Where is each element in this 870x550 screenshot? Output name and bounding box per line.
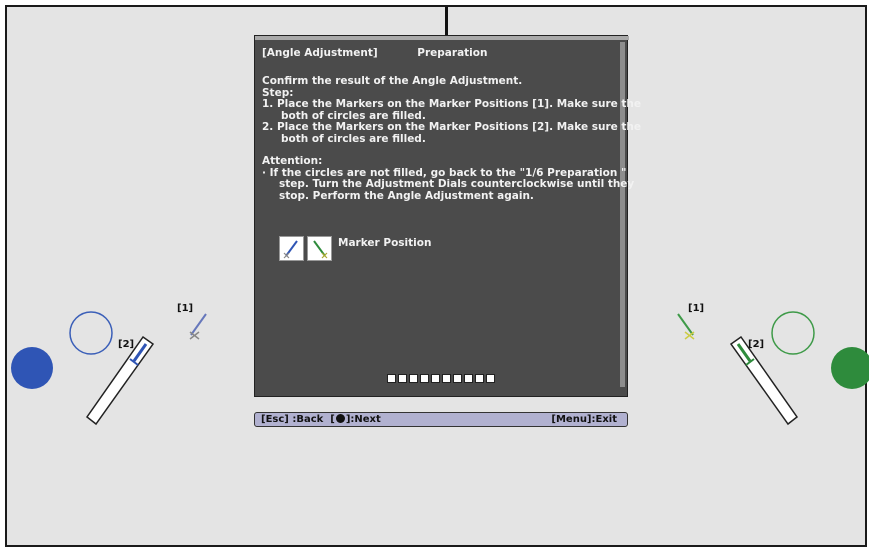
progress-step xyxy=(431,374,440,383)
right-label-2: [2] xyxy=(748,339,765,350)
exit-hint[interactable]: [Menu]:Exit xyxy=(551,413,617,426)
progress-step xyxy=(387,374,396,383)
attention-line: step. Turn the Adjustment Dials counterc… xyxy=(279,178,635,190)
progress-step xyxy=(442,374,451,383)
dialog-scrollbar[interactable] xyxy=(620,42,625,387)
left-label-2: [2] xyxy=(118,339,135,350)
instruction-line: 2. Place the Markers on the Marker Posit… xyxy=(262,121,642,133)
next-hint[interactable]: []:Next xyxy=(330,414,381,425)
right-filled-circle xyxy=(831,347,869,389)
marker-blue-icon xyxy=(279,236,304,261)
left-marker-2 xyxy=(85,335,155,426)
marker-position-label: Marker Position xyxy=(338,237,432,249)
progress-step xyxy=(409,374,418,383)
dialog-title-row: [Angle Adjustment] Preparation xyxy=(262,47,523,60)
progress-step xyxy=(398,374,407,383)
progress-step xyxy=(475,374,484,383)
dialog-top-bar xyxy=(255,36,629,40)
status-bar: [Esc] :Back []:Next [Menu]:Exit xyxy=(254,412,628,427)
instruction-line: Confirm the result of the Angle Adjustme… xyxy=(262,75,523,87)
right-empty-circle xyxy=(771,311,815,355)
left-empty-circle xyxy=(69,311,113,355)
status-left: [Esc] :Back []:Next xyxy=(261,413,381,426)
instructions: Confirm the result of the Angle Adjustme… xyxy=(262,75,642,202)
progress-step xyxy=(453,374,462,383)
angle-adjustment-dialog: [Angle Adjustment] Preparation Confirm t… xyxy=(254,35,642,397)
right-marker-2 xyxy=(729,335,799,426)
left-label-1: [1] xyxy=(177,303,194,314)
progress-step xyxy=(464,374,473,383)
attention-line: stop. Perform the Angle Adjustment again… xyxy=(279,189,534,202)
dialog-title: [Angle Adjustment] xyxy=(262,47,378,59)
step-progress xyxy=(387,374,495,383)
instruction-line: both of circles are filled. xyxy=(281,132,426,145)
right-label-1: [1] xyxy=(688,303,705,314)
enter-dial-icon xyxy=(335,414,345,423)
attention-title: Attention: xyxy=(262,155,323,167)
left-marker-position-1 xyxy=(189,313,207,340)
progress-step xyxy=(420,374,429,383)
instruction-line: 1. Place the Markers on the Marker Posit… xyxy=(262,98,642,110)
right-marker-position-1 xyxy=(677,313,695,340)
left-filled-circle xyxy=(11,347,53,389)
back-hint[interactable]: [Esc] :Back xyxy=(261,414,323,425)
dialog-subtitle: Preparation xyxy=(417,47,488,59)
marker-green-icon xyxy=(307,236,332,261)
progress-step xyxy=(486,374,495,383)
